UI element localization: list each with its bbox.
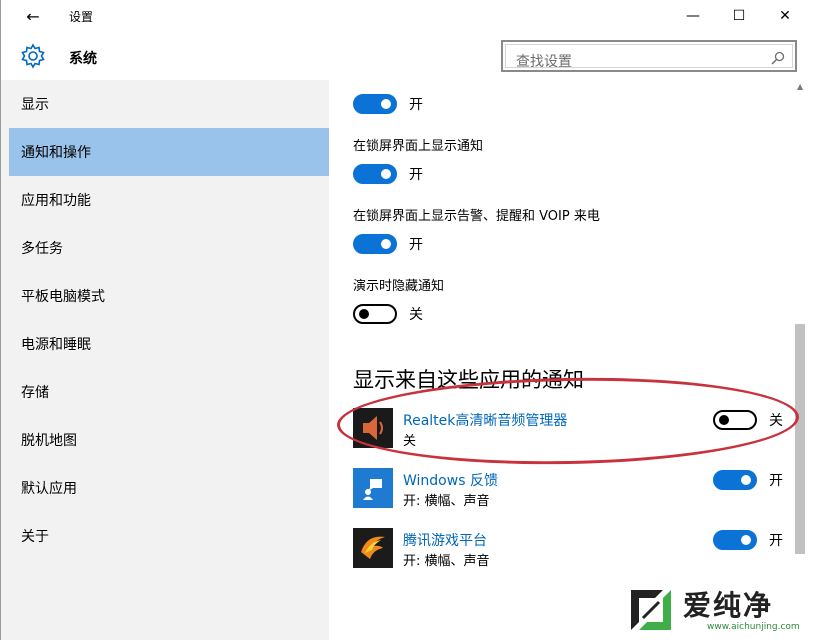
setting-label: 在锁屏界面上显示通知 [353,139,484,154]
sidebar-item-label: 显示 [21,97,49,113]
app-name-link[interactable]: Realtek高清晰音频管理器 [403,410,567,430]
toggle-state-label: 关 [409,307,423,323]
maximize-button[interactable]: ☐ [717,2,761,30]
tencent-games-icon[interactable] [353,528,393,568]
watermark: 爱纯净 www.aichunjing.com [619,580,816,640]
app-status: 开: 横幅、声音 [403,494,490,509]
toggle-lockscreen-alarms[interactable] [353,234,397,254]
minimize-button[interactable]: — [671,2,715,30]
toggle-app-realtek[interactable] [713,410,757,430]
toggle-state-label: 开 [409,97,423,113]
sidebar-item-label: 平板电脑模式 [21,289,105,305]
watermark-url: www.aichunjing.com [707,622,800,632]
page-title: 系统 [69,51,97,67]
setting-label: 在锁屏界面上显示告警、提醒和 VOIP 来电 [353,209,600,224]
sidebar-item-offline-maps[interactable]: 脱机地图 [9,416,329,464]
app-status: 关 [403,434,417,449]
sidebar-item-label: 电源和睡眠 [21,337,91,353]
app-name-link[interactable]: 腾讯游戏平台 [403,530,487,550]
main-content: ▲ 开 在锁屏界面上显示通知 开 在锁屏界面上显示告警、提醒和 VOIP 来电 … [329,80,816,640]
back-button[interactable]: ← [15,4,51,28]
toggle-knob [719,415,729,425]
sidebar-item-tablet-mode[interactable]: 平板电脑模式 [9,272,329,320]
page-header: 系统 查找设置 [1,32,816,80]
search-box[interactable]: 查找设置 [501,40,797,72]
feedback-icon[interactable] [353,468,393,508]
sidebar-item-about[interactable]: 关于 [9,512,329,560]
watermark-text: 爱纯净 [683,589,774,622]
sidebar-item-label: 通知和操作 [21,145,91,161]
scroll-up-arrow-icon[interactable]: ▲ [797,82,807,92]
toggle-knob [381,169,391,179]
sidebar-item-notifications[interactable]: 通知和操作 [9,128,329,176]
toggle-state-label: 开 [769,533,783,549]
close-icon: ✕ [779,8,791,24]
toggle-app-windows-feedback[interactable] [713,470,757,490]
back-arrow-icon: ← [26,6,40,26]
search-icon [771,51,785,65]
sidebar-item-apps[interactable]: 应用和功能 [9,176,329,224]
toggle-hide-when-presenting[interactable] [353,304,397,324]
sidebar-item-label: 脱机地图 [21,433,77,449]
search-input[interactable]: 查找设置 [505,44,793,70]
toggle-knob [741,535,751,545]
sidebar-item-storage[interactable]: 存储 [9,368,329,416]
app-status: 开: 横幅、声音 [403,554,490,569]
app-name-link[interactable]: Windows 反馈 [403,470,498,490]
sidebar-item-label: 应用和功能 [21,193,91,209]
minimize-icon: — [686,8,700,24]
sidebar-item-label: 默认应用 [21,481,77,497]
sidebar-item-multitasking[interactable]: 多任务 [9,224,329,272]
setting-label: 演示时隐藏通知 [353,279,445,294]
title-bar: ← 设置 — ☐ ✕ [1,0,816,32]
section-title: 显示来自这些应用的通知 [353,368,584,392]
sidebar-item-label: 多任务 [21,241,63,257]
close-button[interactable]: ✕ [763,2,807,30]
sidebar-item-power-sleep[interactable]: 电源和睡眠 [9,320,329,368]
toggle-knob [381,99,391,109]
sidebar-item-display[interactable]: 显示 [9,80,329,128]
sidebar-item-label: 存储 [21,385,49,401]
toggle-state-label: 关 [769,413,783,429]
toggle-lockscreen-notifications[interactable] [353,164,397,184]
toggle-state-label: 开 [409,167,423,183]
settings-window: ← 设置 — ☐ ✕ 系统 查找设置 显示 通知和操作 应用和功能 多任务 平板… [0,0,816,640]
toggle-app-tencent[interactable] [713,530,757,550]
toggle-show-notifications[interactable] [353,94,397,114]
window-title: 设置 [69,10,94,24]
gear-icon [21,43,45,69]
toggle-state-label: 开 [769,473,783,489]
toggle-knob [381,239,391,249]
watermark-logo-icon [631,590,671,630]
maximize-icon: ☐ [732,8,746,24]
toggle-knob [741,475,751,485]
speaker-icon[interactable] [353,408,393,448]
toggle-state-label: 开 [409,237,423,253]
sidebar-item-label: 关于 [21,529,49,545]
search-placeholder: 查找设置 [516,54,572,70]
sidebar-item-default-apps[interactable]: 默认应用 [9,464,329,512]
scrollbar-thumb[interactable] [795,324,805,554]
sidebar: 显示 通知和操作 应用和功能 多任务 平板电脑模式 电源和睡眠 存储 脱机地图 … [1,80,329,640]
toggle-knob [359,309,369,319]
